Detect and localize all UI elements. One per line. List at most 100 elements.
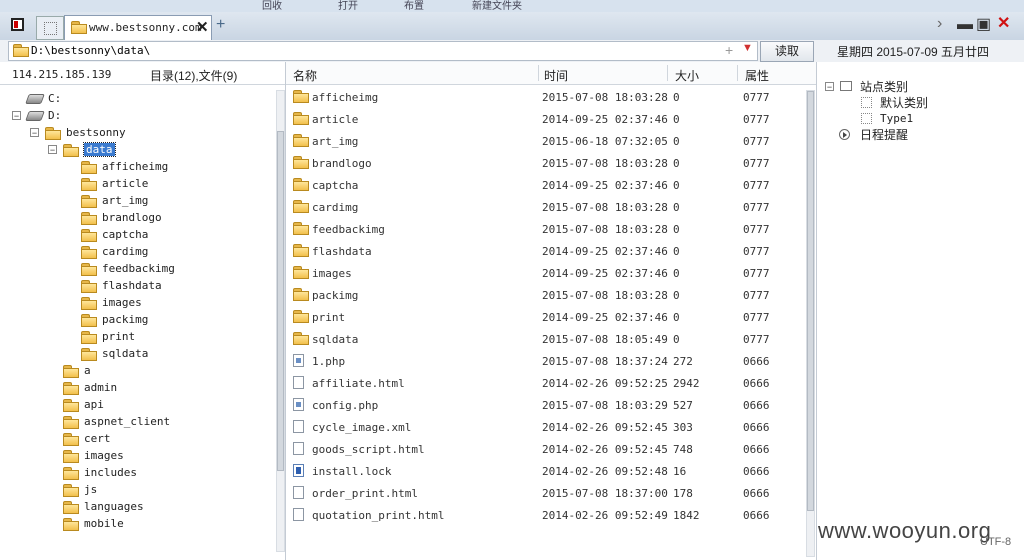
tree-node[interactable]: brandlogo [66, 209, 162, 226]
bookmark-plus-icon[interactable]: + [725, 42, 733, 58]
category-root[interactable]: − 站点类别 [825, 78, 908, 94]
file-row[interactable]: brandlogo 2015-07-08 18:03:28 0 0777 [286, 152, 804, 174]
tree-node[interactable]: images [66, 294, 142, 311]
drive-icon [25, 110, 45, 121]
tree-scrollbar-thumb[interactable] [277, 131, 284, 471]
tree-node[interactable]: article [66, 175, 148, 192]
folder-icon [81, 194, 97, 208]
tree-node[interactable]: − data [48, 141, 116, 158]
folder-icon [63, 483, 79, 497]
file-row[interactable]: cycle_image.xml 2014-02-26 09:52:45 303 066… [286, 416, 804, 438]
maximize-icon[interactable]: ▣ [976, 14, 991, 34]
chevron-right-icon[interactable]: › [937, 15, 942, 33]
tab-blank[interactable] [36, 16, 64, 40]
file-attr: 0666 [743, 399, 770, 412]
close-window-icon[interactable]: ✕ [997, 13, 1010, 33]
top-menu-item[interactable]: 新建文件夹 [472, 0, 522, 12]
tree-node-label: aspnet_client [84, 415, 171, 428]
file-row[interactable]: quotation_print.html 2014-02-26 09:52:49 1… [286, 504, 804, 526]
checkbox-icon[interactable] [861, 112, 872, 124]
path-input[interactable] [31, 42, 711, 58]
file-row[interactable]: 1.php 2015-07-08 18:37:24 272 0666 [286, 350, 804, 372]
read-button[interactable]: 读取 [760, 41, 814, 62]
file-row[interactable]: afficheimg 2015-07-08 18:03:28 0 0777 [286, 86, 804, 108]
collapse-icon[interactable]: − [30, 128, 39, 138]
column-attr[interactable]: 属性 [745, 67, 769, 84]
file-name: sqldata [312, 333, 359, 346]
column-size[interactable]: 大小 [675, 67, 699, 84]
file-row[interactable]: config.php 2015-07-08 18:03:29 527 0666 [286, 394, 804, 416]
folder-icon [63, 415, 79, 429]
tree-node[interactable]: afficheimg [66, 158, 168, 175]
category-item[interactable]: Type1 [861, 110, 913, 126]
tab-close-icon[interactable]: ✕ [196, 18, 209, 36]
tree-node[interactable]: flashdata [66, 277, 162, 294]
file-row[interactable]: article 2014-09-25 02:37:46 0 0777 [286, 108, 804, 130]
file-list-scrollbar-thumb[interactable] [807, 91, 814, 511]
new-tab-icon[interactable]: + [216, 16, 225, 34]
top-menu-item[interactable]: 打开 [338, 0, 358, 12]
column-name[interactable]: 名称 [293, 67, 317, 84]
category-item[interactable]: 默认类别 [861, 94, 928, 110]
tree-node[interactable]: art_img [66, 192, 148, 209]
php-file-icon [293, 398, 304, 411]
file-row[interactable]: flashdata 2014-09-25 02:37:46 0 0777 [286, 240, 804, 262]
tree-node[interactable]: packimg [66, 311, 148, 328]
top-menu-item[interactable]: 布置 [404, 0, 424, 12]
tree-node[interactable]: − D: [12, 107, 61, 124]
column-time[interactable]: 时间 [544, 67, 568, 84]
file-icon [293, 420, 304, 433]
file-row[interactable]: print 2014-09-25 02:37:46 0 0777 [286, 306, 804, 328]
tree-node[interactable]: admin [48, 379, 117, 396]
top-menu-item[interactable]: 回收 [262, 0, 282, 12]
file-row[interactable]: images 2014-09-25 02:37:46 0 0777 [286, 262, 804, 284]
file-row[interactable]: install.lock 2014-02-26 09:52:48 16 0666 [286, 460, 804, 482]
item-count: 目录(12),文件(9) [150, 69, 238, 83]
tree-node[interactable]: includes [48, 464, 137, 481]
file-row[interactable]: sqldata 2015-07-08 18:05:49 0 0777 [286, 328, 804, 350]
tree-node[interactable]: js [48, 481, 97, 498]
file-name: packimg [312, 289, 359, 302]
tree-node[interactable]: print [66, 328, 135, 345]
file-row[interactable]: packimg 2015-07-08 18:03:28 0 0777 [286, 284, 804, 306]
directory-tree-pane: 114.215.185.139 目录(12),文件(9) C: − D: − bests… [0, 62, 286, 560]
tree-node[interactable]: api [48, 396, 104, 413]
tree-node[interactable]: C: [12, 90, 61, 107]
file-row[interactable]: cardimg 2015-07-08 18:03:28 0 0777 [286, 196, 804, 218]
tree-node[interactable]: sqldata [66, 345, 148, 362]
file-row[interactable]: art_img 2015-06-18 07:32:05 0 0777 [286, 130, 804, 152]
tree-node[interactable]: cert [48, 430, 111, 447]
tree-node[interactable]: captcha [66, 226, 148, 243]
file-name: afficheimg [312, 91, 379, 104]
file-row[interactable]: captcha 2014-09-25 02:37:46 0 0777 [286, 174, 804, 196]
tree-node-label: D: [48, 109, 62, 122]
folder-icon [81, 177, 97, 191]
collapse-icon[interactable]: − [825, 81, 834, 91]
tree-node[interactable]: − bestsonny [30, 124, 126, 141]
collapse-icon[interactable]: − [48, 145, 57, 155]
tree-scrollbar[interactable] [276, 90, 285, 552]
file-row[interactable]: goods_script.html 2014-02-26 09:52:45 748 0… [286, 438, 804, 460]
file-row[interactable]: feedbackimg 2015-07-08 18:03:28 0 0777 [286, 218, 804, 240]
chevron-down-icon[interactable]: ▼ [742, 42, 753, 54]
file-time: 2015-07-08 18:03:28 [542, 289, 668, 302]
tree-node[interactable]: aspnet_client [48, 413, 170, 430]
tree-node[interactable]: mobile [48, 515, 124, 532]
tree-node[interactable]: feedbackimg [66, 260, 175, 277]
file-list-scrollbar[interactable] [806, 90, 815, 557]
tree-node[interactable]: cardimg [66, 243, 148, 260]
tree-node[interactable]: images [48, 447, 124, 464]
tree-node[interactable]: languages [48, 498, 144, 515]
app-logo-icon[interactable] [11, 18, 24, 31]
file-name: order_print.html [312, 487, 418, 500]
file-row[interactable]: order_print.html 2015-07-08 18:37:00 178 06… [286, 482, 804, 504]
tree-node-label: images [102, 296, 142, 309]
tab-site[interactable]: www.bestsonny.com ✕ [64, 15, 212, 40]
collapse-icon[interactable]: − [12, 111, 21, 121]
tree-node[interactable]: a [48, 362, 91, 379]
schedule-reminder[interactable]: 日程提醒 [839, 126, 908, 142]
checkbox-icon[interactable] [861, 96, 872, 108]
file-row[interactable]: affiliate.html 2014-02-26 09:52:25 2942 066… [286, 372, 804, 394]
file-attr: 0777 [743, 245, 770, 258]
minimize-icon[interactable]: ▬ [957, 16, 973, 34]
